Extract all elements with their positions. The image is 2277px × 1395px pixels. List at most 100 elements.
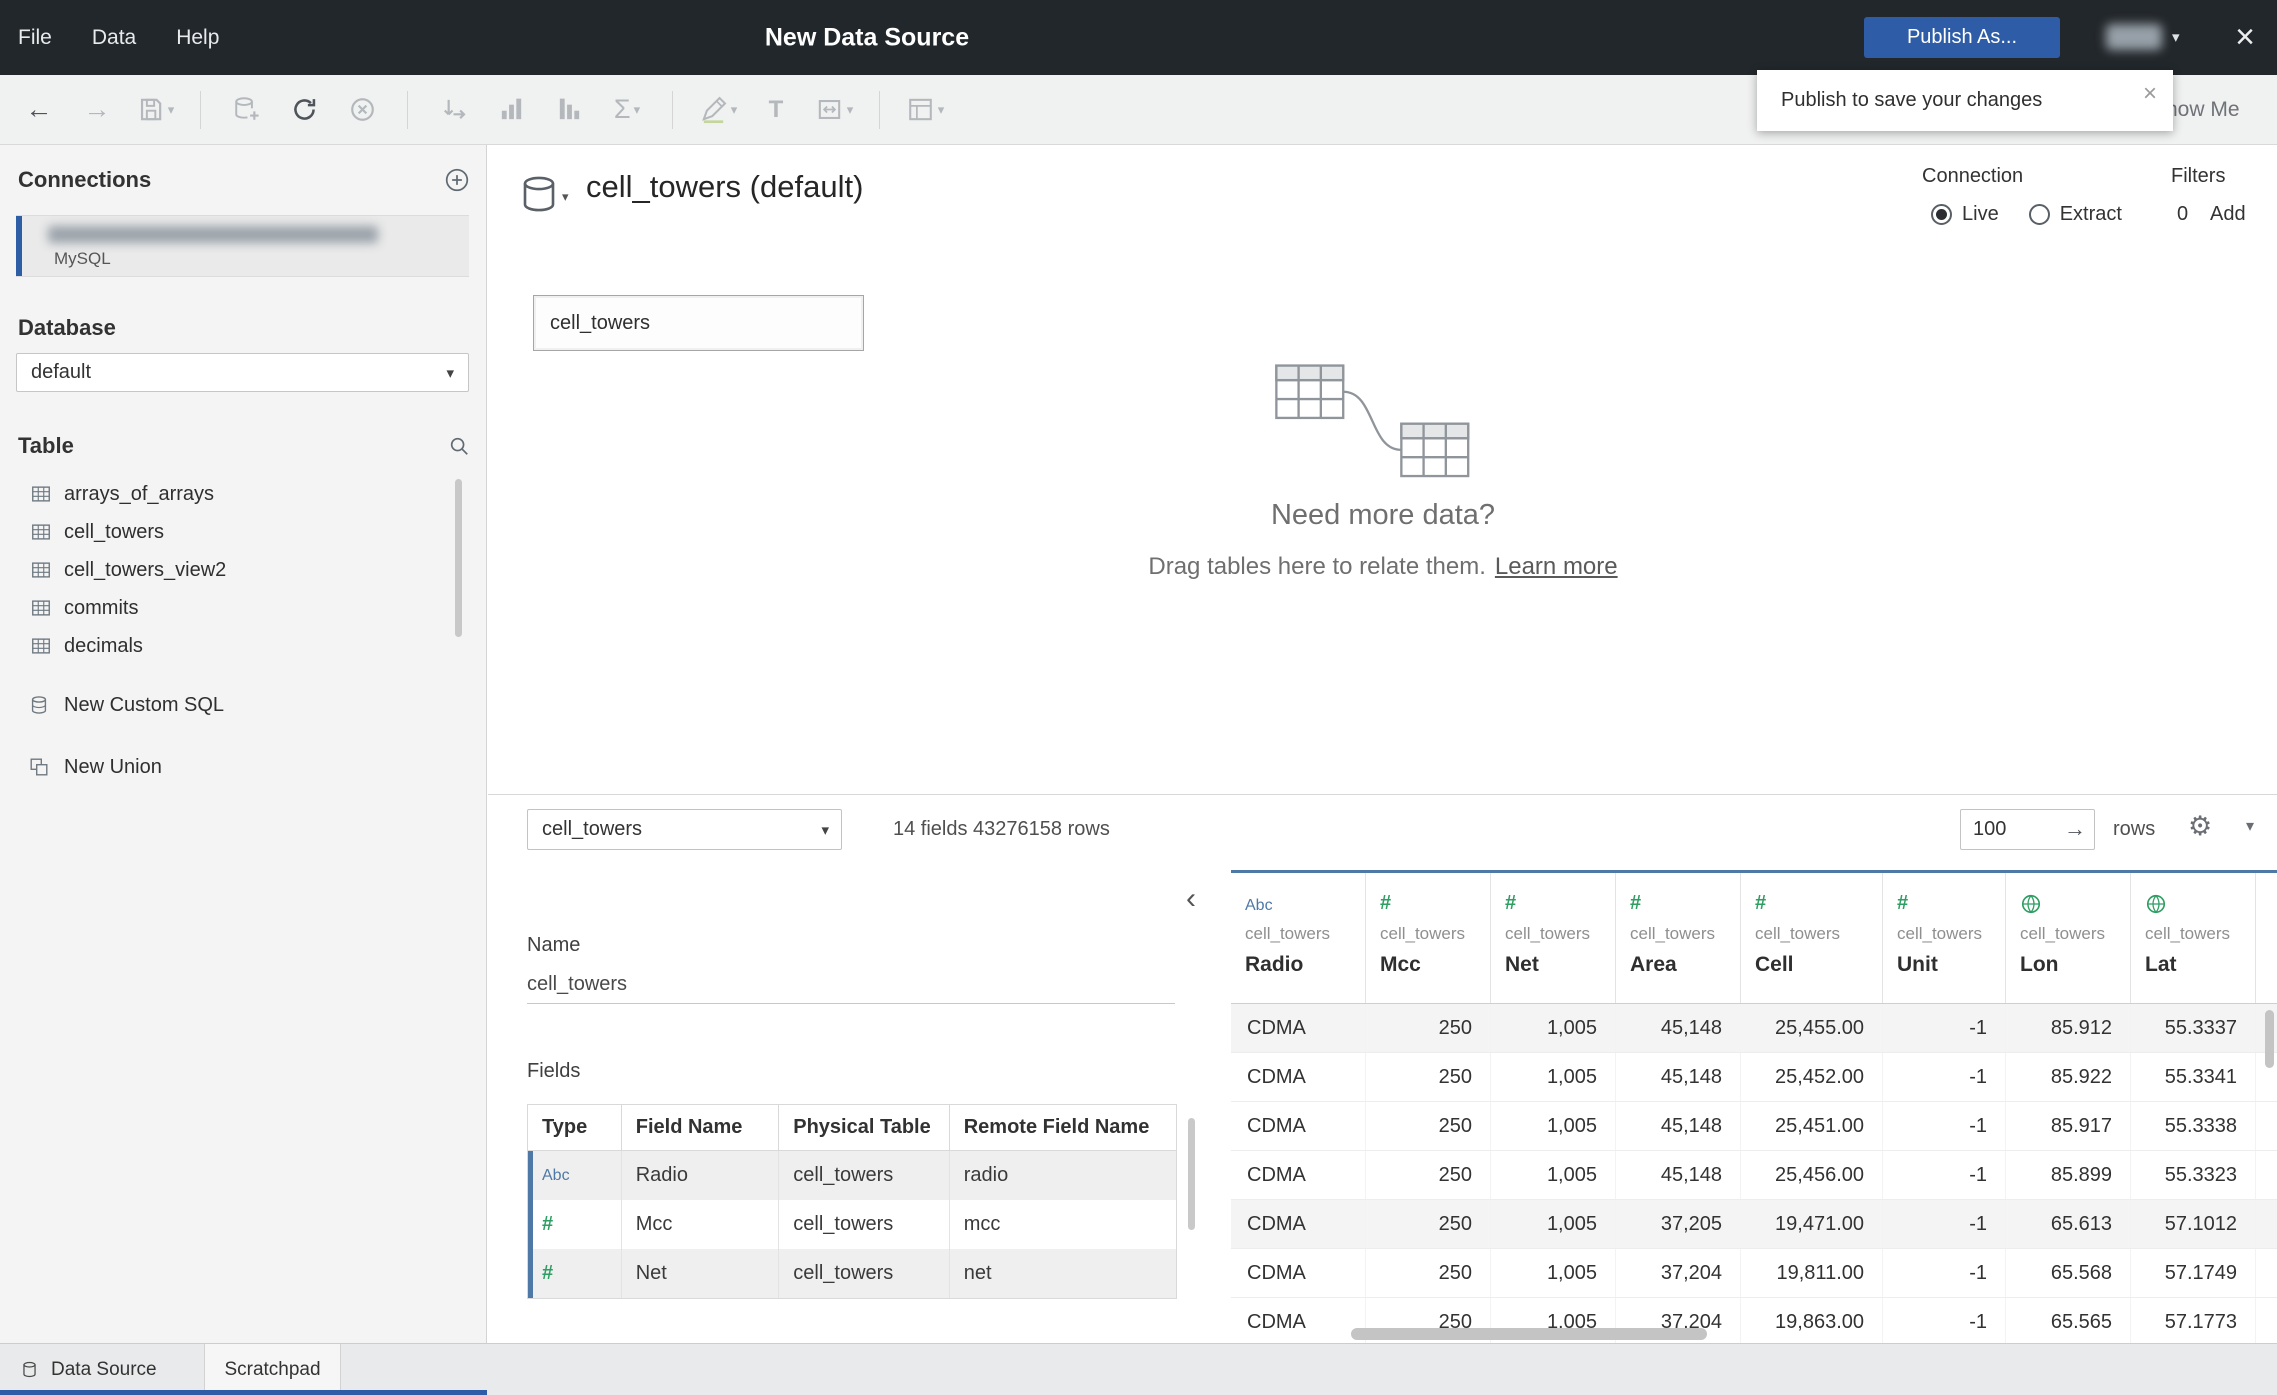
menu-data[interactable]: Data [92, 26, 136, 50]
tab-scratchpad[interactable]: Scratchpad [205, 1344, 341, 1395]
sort-descending-button[interactable] [544, 87, 594, 133]
grid-cell: 250 [1366, 1053, 1491, 1101]
grid-cell: CDMA [1231, 1102, 1366, 1150]
table-item-commits[interactable]: commits [0, 589, 486, 627]
globe-icon [2021, 894, 2041, 914]
connection-type-label: MySQL [54, 249, 111, 268]
refresh-icon [293, 99, 315, 120]
cancel-update-button[interactable] [337, 87, 387, 133]
tooltip-close-button[interactable]: × [2143, 82, 2157, 106]
chevron-down-icon[interactable]: ▾ [2246, 816, 2254, 836]
fit-button[interactable]: ▾ [809, 87, 859, 133]
live-radio[interactable]: Live [1931, 203, 1999, 226]
menu-file[interactable]: File [18, 26, 52, 50]
chevron-down-icon[interactable]: ▾ [562, 189, 569, 205]
grid-cell: 25,452.00 [1741, 1053, 1883, 1101]
new-data-source-button[interactable] [221, 87, 271, 133]
grid-column-cell[interactable]: # cell_towers Cell [1741, 873, 1883, 1003]
new-custom-sql-button[interactable]: New Custom SQL [0, 685, 486, 725]
publish-as-button[interactable]: Publish As... [1864, 17, 2060, 58]
grid-cell: 19,811.00 [1741, 1249, 1883, 1297]
collapse-panel-button[interactable]: ‹ [1186, 884, 1196, 914]
user-menu[interactable]: ▾ [2106, 20, 2180, 54]
number-type-icon: # [542, 1262, 554, 1284]
table-list-scrollbar[interactable] [455, 479, 462, 637]
drag-hint-text: Drag tables here to relate them. [1148, 553, 1486, 580]
learn-more-link[interactable]: Learn more [1495, 553, 1618, 580]
table-item-decimals[interactable]: decimals [0, 627, 486, 665]
table-item-cell-towers-view2[interactable]: cell_towers_view2 [0, 551, 486, 589]
grid-vertical-scrollbar[interactable] [2265, 1010, 2274, 1068]
show-hide-cards-button[interactable]: ▾ [900, 87, 950, 133]
row-count-input[interactable] [1961, 810, 2061, 849]
column-header-type: Type [528, 1105, 622, 1150]
tab-data-source[interactable]: Data Source [0, 1344, 205, 1395]
grid-column-lon[interactable]: cell_towers Lon [2006, 873, 2131, 1003]
add-filter-button[interactable]: Add [2210, 203, 2246, 226]
physical-table-cell: cell_towers [779, 1249, 950, 1298]
sort-ascending-button[interactable] [486, 87, 536, 133]
text-label-button[interactable]: T [751, 87, 801, 133]
totals-button[interactable]: Σ ▾ [602, 87, 652, 133]
grid-cell: 85.922 [2006, 1053, 2131, 1101]
highlight-button[interactable]: ▾ [693, 87, 743, 133]
grid-column-net[interactable]: # cell_towers Net [1491, 873, 1616, 1003]
grid-column-lat[interactable]: cell_towers Lat [2131, 873, 2256, 1003]
extract-radio[interactable]: Extract [2028, 203, 2122, 226]
grid-column-mcc[interactable]: # cell_towers Mcc [1366, 873, 1491, 1003]
chevron-down-icon: ▾ [167, 101, 175, 117]
redo-button[interactable]: → [72, 87, 122, 133]
add-connection-icon[interactable] [444, 167, 470, 193]
string-type-icon: Abc [542, 1166, 570, 1184]
field-row-radio[interactable]: Abc Radio cell_towers radio [528, 1151, 1176, 1200]
menubar: File Data Help [18, 0, 219, 75]
database-selected-value: default [31, 361, 92, 383]
search-icon[interactable] [448, 435, 470, 457]
grid-cell: 37,204 [1616, 1249, 1741, 1297]
grid-column-table: cell_towers [1755, 924, 1841, 943]
database-select[interactable]: default ▾ [16, 353, 469, 392]
rows-label: rows [2113, 818, 2156, 840]
sigma-icon: Σ [613, 94, 631, 124]
grid-cell: 1,005 [1491, 1004, 1616, 1052]
new-union-button[interactable]: New Union [0, 747, 486, 787]
undo-button[interactable]: ← [14, 87, 64, 133]
grid-cell: -1 [1883, 1200, 2006, 1248]
grid-header: Abc cell_towers Radio # cell_towers Mcc … [1231, 870, 2277, 1004]
field-row-net[interactable]: # Net cell_towers net [528, 1249, 1176, 1298]
connection-item[interactable]: MySQL [16, 215, 469, 277]
refresh-button[interactable] [279, 87, 329, 133]
table-item-cell-towers[interactable]: cell_towers [0, 513, 486, 551]
grid-column-unit[interactable]: # cell_towers Unit [1883, 873, 2006, 1003]
tab-label: Data Source [51, 1358, 157, 1380]
connections-header-row: Connections [18, 167, 470, 193]
grid-cell: 19,863.00 [1741, 1298, 1883, 1343]
apply-row-count-icon[interactable]: → [2064, 816, 2086, 842]
grid-row: CDMA 250 1,005 37,204 19,811.00 -1 65.56… [1231, 1249, 2277, 1298]
window-close-button[interactable]: × [2220, 0, 2270, 75]
tab-label: Scratchpad [224, 1358, 321, 1380]
grid-column-area[interactable]: # cell_towers Area [1616, 873, 1741, 1003]
titlebar: File Data Help New Data Source Publish A… [0, 0, 2277, 75]
preview-toolbar: cell_towers ▾ 14 fields 43276158 rows → … [488, 794, 2277, 870]
swap-axes-button[interactable] [428, 87, 478, 133]
data-source-icon[interactable] [518, 173, 560, 215]
table-name-input[interactable] [527, 966, 1175, 1004]
canvas-table-card[interactable]: cell_towers [533, 295, 864, 351]
new-union-label: New Union [64, 755, 162, 778]
grid-cell: 45,148 [1616, 1102, 1741, 1150]
bottom-panels: ‹ Name Fields Type Field Name Physical T… [488, 870, 2277, 1343]
table-item-arrays-of-arrays[interactable]: arrays_of_arrays [0, 475, 486, 513]
fields-table-scrollbar[interactable] [1188, 1118, 1195, 1230]
save-button[interactable]: ▾ [130, 87, 180, 133]
gear-icon[interactable]: ⚙ [2188, 811, 2212, 842]
grid-horizontal-scrollbar[interactable] [1351, 1328, 1707, 1340]
grid-column-name: Radio [1245, 953, 1304, 976]
preview-table-select[interactable]: cell_towers ▾ [527, 809, 842, 850]
grid-column-name: Lat [2145, 953, 2177, 976]
field-row-mcc[interactable]: # Mcc cell_towers mcc [528, 1200, 1176, 1249]
grid-column-radio[interactable]: Abc cell_towers Radio [1231, 873, 1366, 1003]
data-source-title[interactable]: cell_towers (default) [586, 169, 863, 205]
sort-ascending-icon [501, 98, 521, 120]
menu-help[interactable]: Help [176, 26, 219, 50]
